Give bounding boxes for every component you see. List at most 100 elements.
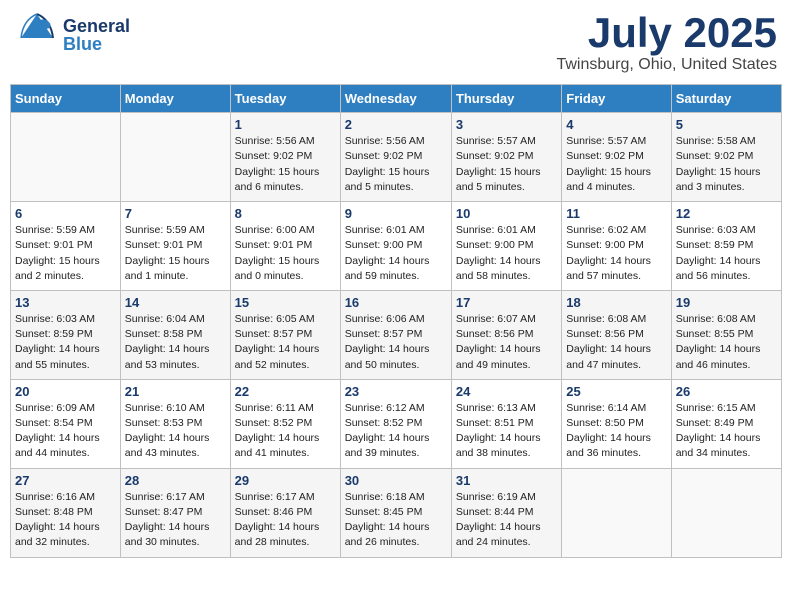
day-number: 1 [235, 117, 336, 132]
logo-text-group: General Blue [63, 17, 130, 53]
day-number: 6 [15, 206, 116, 221]
day-info: Sunrise: 6:18 AM Sunset: 8:45 PM Dayligh… [345, 490, 447, 551]
day-number: 8 [235, 206, 336, 221]
day-number: 26 [676, 384, 777, 399]
day-number: 9 [345, 206, 447, 221]
day-info: Sunrise: 6:14 AM Sunset: 8:50 PM Dayligh… [566, 401, 666, 462]
day-header-monday: Monday [120, 85, 230, 113]
calendar-week-4: 20Sunrise: 6:09 AM Sunset: 8:54 PM Dayli… [11, 379, 782, 468]
day-info: Sunrise: 6:01 AM Sunset: 9:00 PM Dayligh… [345, 223, 447, 284]
day-number: 22 [235, 384, 336, 399]
day-info: Sunrise: 6:02 AM Sunset: 9:00 PM Dayligh… [566, 223, 666, 284]
day-info: Sunrise: 6:12 AM Sunset: 8:52 PM Dayligh… [345, 401, 447, 462]
day-number: 13 [15, 295, 116, 310]
day-number: 16 [345, 295, 447, 310]
day-number: 19 [676, 295, 777, 310]
calendar-cell: 6 Sunrise: 5:59 AM Sunset: 9:01 PM Daylig… [11, 202, 121, 291]
day-info: Sunrise: 6:16 AM Sunset: 8:48 PM Dayligh… [15, 490, 116, 551]
calendar-cell: 29 Sunrise: 6:17 AM Sunset: 8:46 PM Dayli… [230, 468, 340, 557]
day-number: 5 [676, 117, 777, 132]
day-header-sunday: Sunday [11, 85, 121, 113]
calendar-header: SundayMondayTuesdayWednesdayThursdayFrid… [11, 85, 782, 113]
calendar-week-3: 13Sunrise: 6:03 AM Sunset: 8:59 PM Dayli… [11, 290, 782, 379]
calendar-week-2: 6 Sunrise: 5:59 AM Sunset: 9:01 PM Daylig… [11, 202, 782, 291]
day-number: 12 [676, 206, 777, 221]
day-info: Sunrise: 6:08 AM Sunset: 8:56 PM Dayligh… [566, 312, 666, 373]
day-number: 11 [566, 206, 666, 221]
calendar-cell: 8 Sunrise: 6:00 AM Sunset: 9:01 PM Daylig… [230, 202, 340, 291]
day-header-wednesday: Wednesday [340, 85, 451, 113]
day-info: Sunrise: 6:17 AM Sunset: 8:46 PM Dayligh… [235, 490, 336, 551]
day-number: 17 [456, 295, 557, 310]
calendar-cell: 18 Sunrise: 6:08 AM Sunset: 8:56 PM Dayli… [562, 290, 671, 379]
days-of-week-row: SundayMondayTuesdayWednesdayThursdayFrid… [11, 85, 782, 113]
location: Twinsburg, Ohio, United States [556, 56, 777, 74]
calendar-week-1: 1 Sunrise: 5:56 AM Sunset: 9:02 PM Daylig… [11, 113, 782, 202]
day-info: Sunrise: 5:59 AM Sunset: 9:01 PM Dayligh… [15, 223, 116, 284]
title-block: July 2025 Twinsburg, Ohio, United States [556, 10, 777, 74]
day-number: 2 [345, 117, 447, 132]
day-info: Sunrise: 6:19 AM Sunset: 8:44 PM Dayligh… [456, 490, 557, 551]
day-number: 15 [235, 295, 336, 310]
day-info: Sunrise: 5:56 AM Sunset: 9:02 PM Dayligh… [235, 134, 336, 195]
calendar-cell: 22Sunrise: 6:11 AM Sunset: 8:52 PM Dayli… [230, 379, 340, 468]
day-info: Sunrise: 6:04 AM Sunset: 8:58 PM Dayligh… [125, 312, 226, 373]
day-info: Sunrise: 6:00 AM Sunset: 9:01 PM Dayligh… [235, 223, 336, 284]
calendar-cell [562, 468, 671, 557]
calendar-cell: 15Sunrise: 6:05 AM Sunset: 8:57 PM Dayli… [230, 290, 340, 379]
calendar-cell: 3 Sunrise: 5:57 AM Sunset: 9:02 PM Daylig… [451, 113, 561, 202]
day-info: Sunrise: 5:57 AM Sunset: 9:02 PM Dayligh… [566, 134, 666, 195]
day-number: 28 [125, 473, 226, 488]
calendar-cell [671, 468, 781, 557]
calendar-cell [11, 113, 121, 202]
calendar-cell: 9 Sunrise: 6:01 AM Sunset: 9:00 PM Daylig… [340, 202, 451, 291]
calendar-cell: 26Sunrise: 6:15 AM Sunset: 8:49 PM Dayli… [671, 379, 781, 468]
calendar-cell: 10Sunrise: 6:01 AM Sunset: 9:00 PM Dayli… [451, 202, 561, 291]
month-title: July 2025 [556, 10, 777, 56]
day-info: Sunrise: 5:57 AM Sunset: 9:02 PM Dayligh… [456, 134, 557, 195]
day-info: Sunrise: 6:09 AM Sunset: 8:54 PM Dayligh… [15, 401, 116, 462]
day-info: Sunrise: 6:07 AM Sunset: 8:56 PM Dayligh… [456, 312, 557, 373]
calendar-cell: 30 Sunrise: 6:18 AM Sunset: 8:45 PM Dayli… [340, 468, 451, 557]
day-number: 3 [456, 117, 557, 132]
calendar-cell: 2 Sunrise: 5:56 AM Sunset: 9:02 PM Daylig… [340, 113, 451, 202]
calendar-table: SundayMondayTuesdayWednesdayThursdayFrid… [10, 84, 782, 557]
day-info: Sunrise: 6:03 AM Sunset: 8:59 PM Dayligh… [676, 223, 777, 284]
calendar-cell: 31 Sunrise: 6:19 AM Sunset: 8:44 PM Dayli… [451, 468, 561, 557]
calendar-cell: 5Sunrise: 5:58 AM Sunset: 9:02 PM Daylig… [671, 113, 781, 202]
day-info: Sunrise: 6:08 AM Sunset: 8:55 PM Dayligh… [676, 312, 777, 373]
logo: General Blue [15, 10, 130, 59]
day-number: 30 [345, 473, 447, 488]
day-info: Sunrise: 6:06 AM Sunset: 8:57 PM Dayligh… [345, 312, 447, 373]
day-header-friday: Friday [562, 85, 671, 113]
calendar-cell: 19 Sunrise: 6:08 AM Sunset: 8:55 PM Dayli… [671, 290, 781, 379]
page-header: General Blue July 2025 Twinsburg, Ohio, … [10, 10, 782, 74]
day-number: 29 [235, 473, 336, 488]
day-number: 25 [566, 384, 666, 399]
day-number: 7 [125, 206, 226, 221]
calendar-cell: 20Sunrise: 6:09 AM Sunset: 8:54 PM Dayli… [11, 379, 121, 468]
day-number: 31 [456, 473, 557, 488]
day-info: Sunrise: 5:56 AM Sunset: 9:02 PM Dayligh… [345, 134, 447, 195]
day-info: Sunrise: 6:10 AM Sunset: 8:53 PM Dayligh… [125, 401, 226, 462]
day-number: 21 [125, 384, 226, 399]
day-header-saturday: Saturday [671, 85, 781, 113]
day-number: 18 [566, 295, 666, 310]
calendar-cell: 4 Sunrise: 5:57 AM Sunset: 9:02 PM Daylig… [562, 113, 671, 202]
day-number: 24 [456, 384, 557, 399]
day-info: Sunrise: 6:01 AM Sunset: 9:00 PM Dayligh… [456, 223, 557, 284]
calendar-cell: 28Sunrise: 6:17 AM Sunset: 8:47 PM Dayli… [120, 468, 230, 557]
day-header-tuesday: Tuesday [230, 85, 340, 113]
calendar-cell: 21 Sunrise: 6:10 AM Sunset: 8:53 PM Dayli… [120, 379, 230, 468]
calendar-cell: 11 Sunrise: 6:02 AM Sunset: 9:00 PM Dayli… [562, 202, 671, 291]
calendar-cell: 17 Sunrise: 6:07 AM Sunset: 8:56 PM Dayli… [451, 290, 561, 379]
calendar-week-5: 27Sunrise: 6:16 AM Sunset: 8:48 PM Dayli… [11, 468, 782, 557]
calendar-cell: 24 Sunrise: 6:13 AM Sunset: 8:51 PM Dayli… [451, 379, 561, 468]
calendar-body: 1 Sunrise: 5:56 AM Sunset: 9:02 PM Daylig… [11, 113, 782, 557]
calendar-cell: 13Sunrise: 6:03 AM Sunset: 8:59 PM Dayli… [11, 290, 121, 379]
day-info: Sunrise: 6:13 AM Sunset: 8:51 PM Dayligh… [456, 401, 557, 462]
calendar-cell: 16 Sunrise: 6:06 AM Sunset: 8:57 PM Dayli… [340, 290, 451, 379]
calendar-cell [120, 113, 230, 202]
calendar-cell: 25 Sunrise: 6:14 AM Sunset: 8:50 PM Dayli… [562, 379, 671, 468]
day-number: 4 [566, 117, 666, 132]
